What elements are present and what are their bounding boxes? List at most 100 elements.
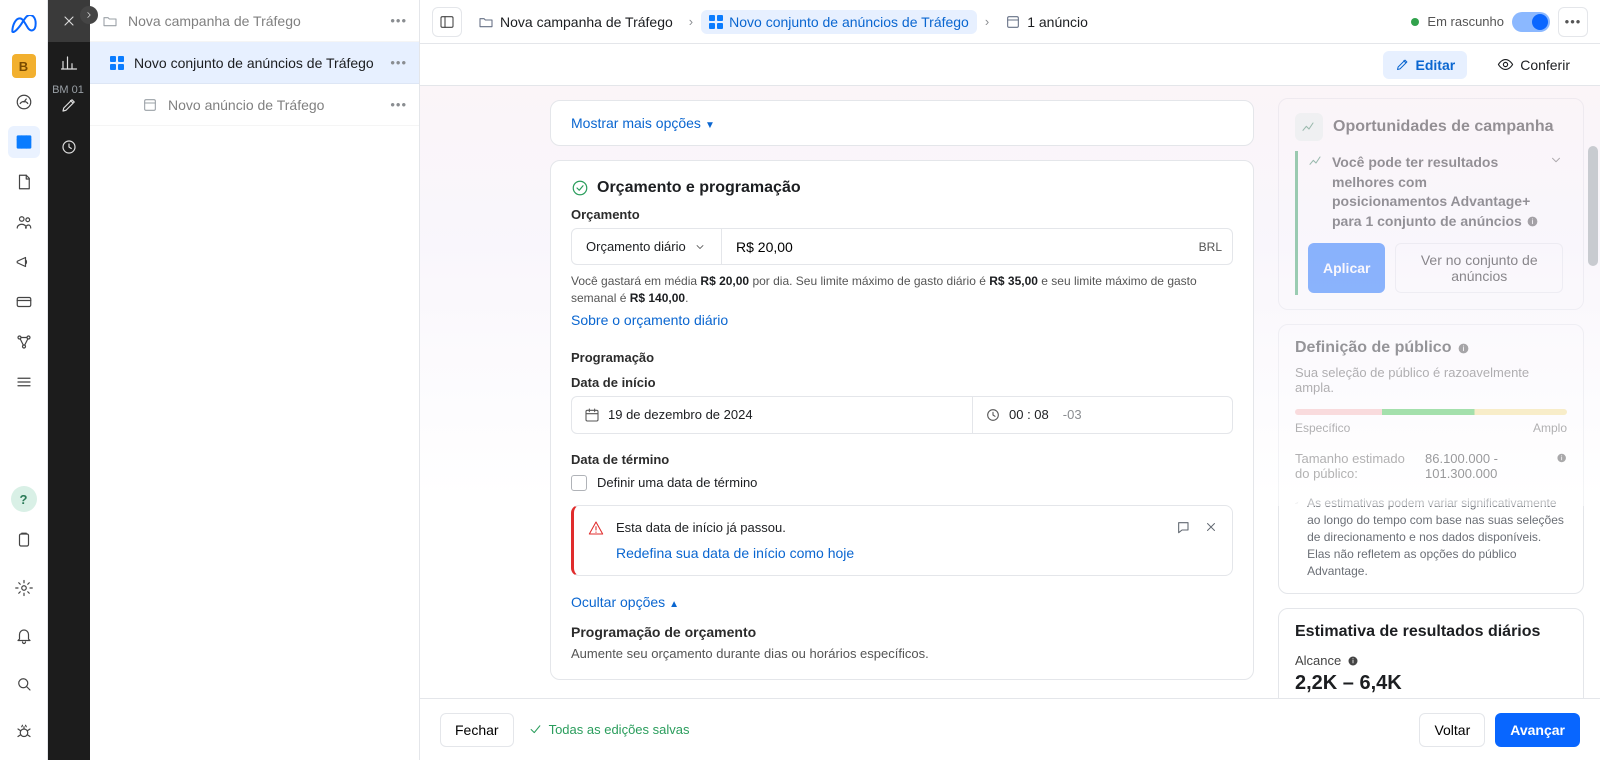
status-toggle[interactable] <box>1512 12 1550 32</box>
breadcrumb-adset[interactable]: Novo conjunto de anúncios de Tráfego <box>701 10 977 34</box>
chevron-right-icon: › <box>985 14 989 29</box>
previous-card-tail: Mostrar mais opções▼ <box>550 100 1254 146</box>
nav-reports-icon[interactable] <box>8 166 40 198</box>
nav-settings-icon[interactable] <box>8 572 40 604</box>
nav-more-icon[interactable] <box>8 366 40 398</box>
nav-audiences-icon[interactable] <box>8 206 40 238</box>
nav-bug-icon[interactable] <box>8 716 40 748</box>
nav-campaigns-icon[interactable] <box>8 126 40 158</box>
account-badge[interactable]: B <box>12 54 36 78</box>
tree-ad-more-icon[interactable]: ••• <box>390 97 407 112</box>
warning-feedback-icon[interactable] <box>1176 520 1192 561</box>
budget-input-row: Orçamento diário BRL <box>571 228 1233 265</box>
info-icon[interactable] <box>1526 215 1539 228</box>
breadcrumb-ad-label: 1 anúncio <box>1027 14 1088 30</box>
warning-title: Esta data de início já passou. <box>616 520 1164 535</box>
help-icon[interactable]: ? <box>11 486 37 512</box>
timezone-label: -03 <box>1063 407 1082 422</box>
start-time-value: 00 : 08 <box>1009 407 1049 422</box>
breadcrumb-adset-label: Novo conjunto de anúncios de Tráfego <box>729 14 969 30</box>
topbar-more-button[interactable]: ••• <box>1558 7 1588 37</box>
reset-start-date-link[interactable]: Redefina sua data de início como hoje <box>616 545 854 561</box>
global-nav: B ? <box>0 0 48 760</box>
scrollbar-thumb[interactable] <box>1588 146 1598 266</box>
meter-broad: Amplo <box>1533 421 1567 435</box>
saved-label: Todas as edições salvas <box>549 722 690 737</box>
nav-megaphone-icon[interactable] <box>8 246 40 278</box>
nav-billing-icon[interactable] <box>8 286 40 318</box>
nav-clipboard-icon[interactable] <box>8 524 40 556</box>
reach-label: Alcance <box>1295 653 1341 668</box>
tree-ad[interactable]: Novo anúncio de Tráfego ••• <box>90 84 419 126</box>
schedule-label: Programação <box>571 350 1233 365</box>
breadcrumb-campaign-label: Nova campanha de Tráfego <box>500 14 673 30</box>
hide-options-link[interactable]: Ocultar opções▲ <box>571 594 679 610</box>
calendar-icon <box>584 407 600 423</box>
info-icon[interactable] <box>1347 655 1359 667</box>
rail-clock-icon[interactable] <box>48 126 90 168</box>
budget-amount-input[interactable] <box>734 238 1177 256</box>
tab-edit[interactable]: Editar <box>1383 51 1468 79</box>
currency-label: BRL <box>1189 229 1232 264</box>
audience-title: Definição de público <box>1295 339 1451 357</box>
back-button[interactable]: Voltar <box>1419 713 1485 747</box>
start-time-input[interactable]: 00 : 08 -03 <box>972 397 1232 433</box>
nav-graph-icon[interactable] <box>8 326 40 358</box>
audience-panel: Definição de público Sua seleção de públ… <box>1278 324 1584 594</box>
budget-card: Orçamento e programação Orçamento Orçame… <box>550 160 1254 680</box>
adset-icon <box>110 56 124 70</box>
rail-expand-icon[interactable] <box>48 328 90 370</box>
meta-logo-icon <box>7 8 41 42</box>
nav-bell-icon[interactable] <box>8 620 40 652</box>
opportunity-item: Você pode ter resultados melhores com po… <box>1295 151 1567 295</box>
tree-campaign[interactable]: Nova campanha de Tráfego ••• <box>90 0 419 42</box>
info-icon[interactable] <box>1556 451 1567 465</box>
estimates-panel: Estimativa de resultados diários Alcance… <box>1278 608 1584 698</box>
tab-review[interactable]: Conferir <box>1485 50 1582 79</box>
campaign-tree: Nova campanha de Tráfego ••• Novo conjun… <box>90 0 420 760</box>
tree-campaign-label: Nova campanha de Tráfego <box>128 13 380 29</box>
view-in-adset-button[interactable]: Ver no conjunto de anúncios <box>1395 243 1563 293</box>
budget-type-select[interactable]: Orçamento diário <box>572 229 722 264</box>
start-date-row: 19 de dezembro de 2024 00 : 08 -03 <box>571 396 1233 434</box>
nav-search-icon[interactable] <box>8 668 40 700</box>
toggle-panel-button[interactable] <box>432 7 462 37</box>
audience-meter <box>1295 409 1567 415</box>
tree-adset[interactable]: Novo conjunto de anúncios de Tráfego ••• <box>90 42 419 84</box>
reach-value: 2,2K – 6,4K <box>1295 672 1567 695</box>
chevron-down-icon <box>694 241 706 253</box>
status-label: Em rascunho <box>1427 14 1504 29</box>
rail-chart-icon[interactable] <box>48 42 90 84</box>
next-button[interactable]: Avançar <box>1495 713 1580 747</box>
budget-section-title: Orçamento e programação <box>571 179 1233 197</box>
info-icon[interactable] <box>1457 342 1470 355</box>
budget-schedule-title: Programação de orçamento <box>571 624 1233 640</box>
breadcrumb-ad[interactable]: 1 anúncio <box>997 10 1096 34</box>
warning-icon <box>588 520 604 561</box>
close-button[interactable]: Fechar <box>440 713 514 747</box>
saved-indicator: Todas as edições salvas <box>528 722 690 737</box>
end-date-checkbox[interactable] <box>571 475 587 491</box>
tab-review-label: Conferir <box>1520 57 1570 73</box>
chevron-right-icon: › <box>689 14 693 29</box>
estimates-title: Estimativa de resultados diários <box>1295 623 1567 641</box>
tree-campaign-more-icon[interactable]: ••• <box>390 13 407 28</box>
chevron-down-icon[interactable] <box>1549 153 1563 167</box>
start-date-input[interactable]: 19 de dezembro de 2024 <box>572 397 972 433</box>
opportunities-title: Oportunidades de campanha <box>1333 118 1553 136</box>
apply-button[interactable]: Aplicar <box>1308 243 1385 293</box>
audience-sub: Sua seleção de público é razoavelmente a… <box>1295 365 1567 395</box>
about-budget-link[interactable]: Sobre o orçamento diário <box>571 312 728 328</box>
warning-dismiss-icon[interactable] <box>1204 520 1218 561</box>
start-date-value: 19 de dezembro de 2024 <box>608 407 753 422</box>
budget-schedule-sub: Aumente seu orçamento durante dias ou ho… <box>571 646 1233 661</box>
right-rail: Oportunidades de campanha Você pode ter … <box>1270 86 1600 698</box>
audience-size-value: 86.100.000 - 101.300.000 <box>1425 451 1546 481</box>
show-more-options-link[interactable]: Mostrar mais opções▼ <box>571 115 715 131</box>
tree-adset-more-icon[interactable]: ••• <box>390 55 407 70</box>
form-content: Mostrar mais opções▼ Orçamento e program… <box>420 86 1270 698</box>
breadcrumb-campaign[interactable]: Nova campanha de Tráfego <box>470 10 681 34</box>
editor-rail: BM 01 <box>48 0 90 760</box>
nav-dashboard-icon[interactable] <box>8 86 40 118</box>
topbar: Nova campanha de Tráfego › Novo conjunto… <box>420 0 1600 44</box>
